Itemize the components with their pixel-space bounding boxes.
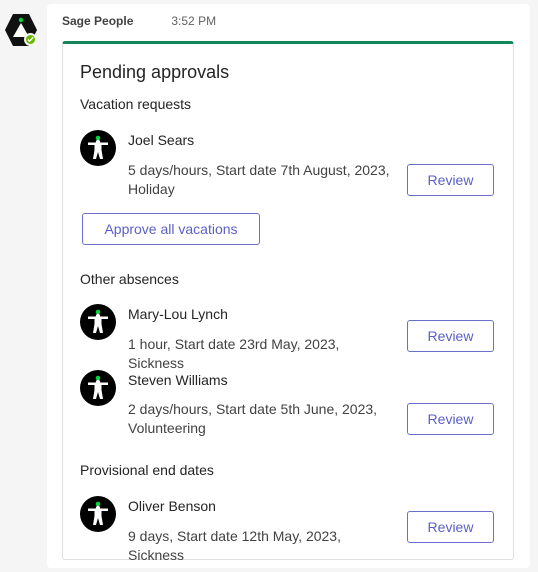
available-check-icon xyxy=(24,33,37,46)
request-detail: 1 hour, Start date 23rd May, 2023, Sickn… xyxy=(128,336,340,371)
review-button[interactable]: Review xyxy=(407,320,494,352)
person-avatar-icon xyxy=(80,496,116,532)
person-avatar-icon xyxy=(80,370,116,406)
pending-approvals-card: Pending approvals Vacation requests Joel… xyxy=(62,41,514,563)
section-title-vacation: Vacation requests xyxy=(80,96,192,112)
review-button[interactable]: Review xyxy=(407,511,494,543)
person-name: Steven Williams xyxy=(128,372,228,388)
card-title: Pending approvals xyxy=(80,62,230,82)
person-name: Joel Sears xyxy=(128,132,195,148)
message-header: Sage People 3:52 PM xyxy=(62,14,216,28)
review-button[interactable]: Review xyxy=(407,164,494,196)
chat-message: Sage People 3:52 PM Pending approvals Va… xyxy=(47,4,530,568)
review-button[interactable]: Review xyxy=(407,403,494,435)
request-detail: 5 days/hours, Start date 7th August, 202… xyxy=(128,162,390,197)
sender-name[interactable]: Sage People xyxy=(62,14,133,28)
approve-all-vacations-button[interactable]: Approve all vacations xyxy=(82,213,260,245)
person-name: Oliver Benson xyxy=(128,498,216,514)
person-avatar-icon xyxy=(80,304,116,340)
message-timestamp: 3:52 PM xyxy=(171,14,217,28)
request-detail: 9 days, Start date 12th May, 2023, Sickn… xyxy=(128,528,341,563)
request-detail: 2 days/hours, Start date 5th June, 2023,… xyxy=(128,401,378,436)
section-title-other-absences: Other absences xyxy=(80,271,179,287)
person-avatar-icon xyxy=(80,130,116,166)
section-title-provisional-end-dates: Provisional end dates xyxy=(80,462,214,478)
person-name: Mary-Lou Lynch xyxy=(128,306,228,322)
